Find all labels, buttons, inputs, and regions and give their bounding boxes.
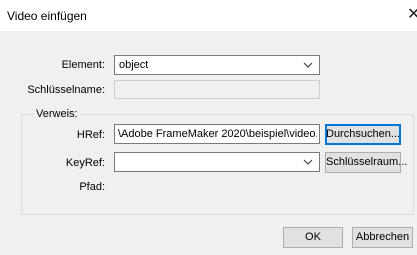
- element-label: Element:: [61, 59, 105, 71]
- key-name-label: Schlüsselname:: [27, 84, 105, 96]
- chevron-down-icon: [303, 62, 313, 68]
- chevron-down-icon: [303, 159, 313, 165]
- ok-button[interactable]: OK: [283, 227, 343, 248]
- element-dropdown-value: object: [119, 59, 149, 71]
- cancel-button[interactable]: Abbrechen: [352, 227, 413, 248]
- dialog-title: Video einfügen: [7, 9, 87, 23]
- title-bar: Video einfügen ✕: [0, 0, 417, 31]
- href-input[interactable]: \Adobe FrameMaker 2020\beispiel\video.mp…: [114, 124, 320, 144]
- keyref-dropdown[interactable]: [114, 152, 320, 172]
- close-icon[interactable]: ✕: [407, 4, 417, 26]
- keyref-label: KeyRef:: [65, 157, 105, 169]
- keyspace-button[interactable]: Schlüsselraum...: [325, 152, 407, 173]
- path-label: Pfad:: [79, 181, 105, 193]
- key-name-field: [114, 80, 320, 99]
- video-insert-dialog: Video einfügen ✕ Element: object Schlüss…: [0, 0, 417, 255]
- reference-group-label: Verweis:: [34, 108, 80, 120]
- browse-button[interactable]: Durchsuchen...: [325, 124, 401, 145]
- href-label: HRef:: [76, 129, 105, 141]
- element-dropdown[interactable]: object: [114, 55, 320, 75]
